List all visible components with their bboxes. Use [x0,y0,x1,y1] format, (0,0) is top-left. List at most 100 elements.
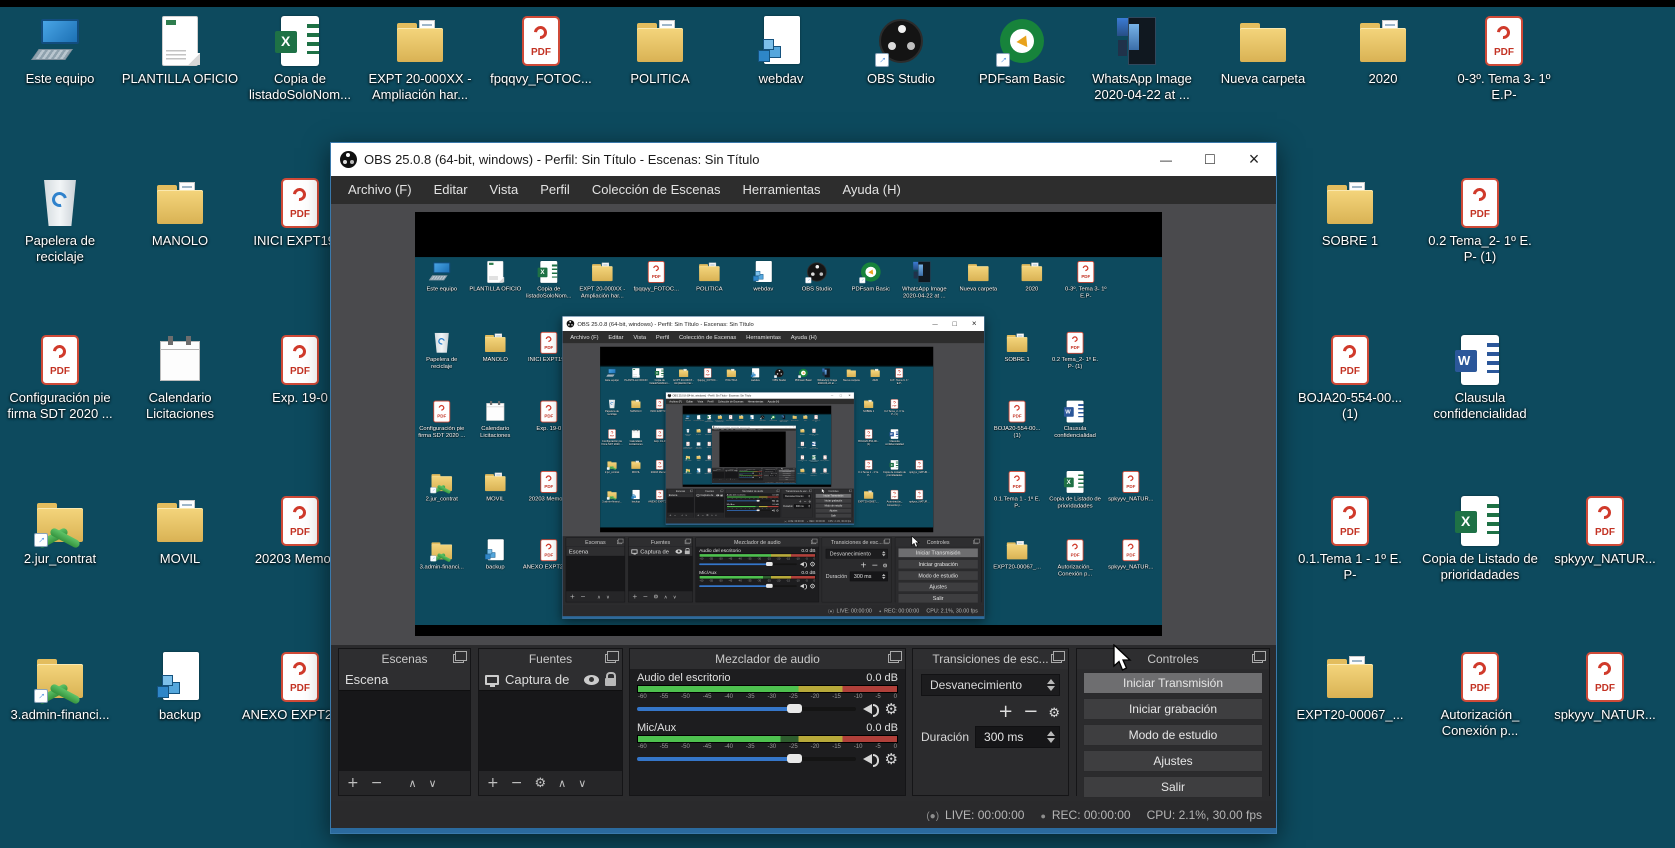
desktop-icon[interactable]: spkyyv_NATUR... [1105,538,1158,570]
menu-item[interactable]: Ayuda (H) [786,331,822,343]
control-button[interactable]: Iniciar Transmisión [816,494,852,498]
desktop-icon[interactable]: 2020 [1324,14,1442,87]
preview-canvas[interactable]: Este equipoPLANTILLA OFICIOCopia de list… [600,347,933,533]
scene-up-icon[interactable] [408,775,416,791]
desktop-icon[interactable]: Copia de Listado de prioridadades [883,460,906,477]
dock-float-icon[interactable] [720,490,722,492]
desktop-icon[interactable]: 0.1.Tema 1 - 1º E. P- [857,460,880,477]
desktop-icon[interactable]: 2.jur_contrat [1,494,119,567]
desktop-icon[interactable]: EXPT 20-000XX - Ampliación har... [715,415,725,422]
volume-slider[interactable] [637,707,856,711]
control-button[interactable]: Ajustes [898,582,978,592]
menu-item[interactable]: Editar [423,176,479,204]
desktop-icon[interactable]: 0.1.Tema 1 - 1º E. P- [1291,494,1409,583]
menu-item[interactable]: Perfil [651,331,674,343]
desktop-icon[interactable]: BOJA20-554-00... (1) [1291,333,1409,422]
speaker-icon[interactable] [800,583,807,588]
scenes-header[interactable]: Escenas [566,538,624,547]
desktop-icon[interactable]: fpqqvy_FOTOC... [630,260,683,292]
duration-spinner-icon[interactable] [1047,731,1055,743]
source-list-item[interactable]: Captura de [695,493,723,497]
desktop-icon[interactable]: POLITICA [601,14,719,87]
desktop-icon[interactable]: Copia de Listado de prioridadades [809,455,819,462]
control-button[interactable]: Iniciar grabación [898,559,978,569]
source-up-icon[interactable] [711,513,713,516]
sources-header[interactable]: Fuentes [629,538,693,547]
add-transition-icon[interactable] [998,701,1013,722]
dock-float-icon[interactable] [811,540,816,544]
lock-icon[interactable] [685,550,690,554]
desktop-icon[interactable]: webdav [737,260,790,292]
desktop-icon[interactable]: EXPT20-00067_... [1291,650,1409,723]
desktop-icon[interactable]: Autorización_ Conexión p... [883,490,906,507]
desktop-icon[interactable]: MOVIL [121,494,239,567]
desktop-icon[interactable]: BOJA20-554-00... (1) [991,400,1044,439]
scene-down-icon[interactable] [606,593,610,600]
desktop-icon[interactable]: WhatsApp Image 2020-04-22 at ... [816,368,839,385]
duration-spinner-icon[interactable] [882,574,886,579]
desktop-icon[interactable]: 3.admin-financi... [600,490,623,504]
sources-header[interactable]: Fuentes [695,489,723,493]
desktop-icon[interactable]: PDFsam Basic [963,14,1081,87]
desktop-icon[interactable]: 2020 [800,415,810,421]
source-down-icon[interactable] [578,775,586,791]
transition-properties-icon[interactable] [883,560,888,569]
dock-float-icon[interactable] [690,490,692,492]
desktop-icon[interactable]: POLITICA [720,368,743,382]
scenes-header[interactable]: Escenas [713,468,725,470]
dock-float-icon[interactable] [794,469,795,470]
add-source-icon[interactable] [726,479,727,480]
remove-source-icon[interactable] [511,775,523,791]
mixer-gear-icon[interactable] [885,750,898,768]
mixer-header[interactable]: Mezclador de audio [725,489,780,493]
dock-float-icon[interactable] [605,654,616,663]
desktop-icon[interactable]: fpqqvy_FOTOC... [696,368,719,382]
scene-down-icon[interactable] [721,479,722,480]
control-button[interactable]: Modo de estudio [1083,724,1263,746]
desktop-icon[interactable]: 0.2 Tema_2- 1º E. P- (1) [809,428,819,435]
desktop-icon[interactable]: EXPT20-00067_... [797,468,807,474]
transitions-header[interactable]: Transiciones de esc... [764,468,778,470]
desktop-icon[interactable]: 2.jur_contrat [600,460,623,474]
obs-titlebar[interactable]: OBS 25.0.8 (64-bit, windows) - Perfil: S… [331,143,1276,176]
remove-scene-icon[interactable] [716,479,717,480]
speaker-icon[interactable] [863,703,878,715]
remove-source-icon[interactable] [728,479,729,480]
desktop-icon[interactable]: spkyyv_NATUR... [1546,650,1664,723]
add-source-icon[interactable] [697,513,699,516]
remove-transition-icon[interactable] [871,560,878,569]
controls-header[interactable]: Controles [1077,649,1269,669]
menu-item[interactable]: Archivo (F) [337,176,423,204]
dock-float-icon[interactable] [884,540,889,544]
desktop-icon[interactable]: Configuración pie firma SDT 2020 ... [1,333,119,422]
desktop-icon[interactable]: Copia de Listado de prioridadades [1049,470,1102,509]
desktop-icon[interactable]: Calendario Licitaciones [121,333,239,422]
desktop-icon[interactable]: 3.admin-financi... [683,468,693,474]
desktop-icon[interactable]: Calendario Licitaciones [469,400,522,439]
desktop-icon[interactable]: 0-3º. Tema 3- 1º E.P- [888,368,911,385]
volume-slider[interactable] [699,585,796,587]
source-down-icon[interactable] [715,513,717,516]
desktop-icon[interactable]: webdav [722,14,840,87]
lock-icon[interactable] [736,470,737,471]
scene-list-item[interactable]: Escena [668,493,694,497]
mixer-header[interactable]: Mezclador de audio [696,538,819,547]
add-scene-icon[interactable] [713,479,714,480]
desktop-icon[interactable]: spkyyv_NATUR... [1105,470,1158,502]
control-button[interactable]: Ajustes [816,509,852,513]
desktop-icon[interactable]: MOVIL [469,470,522,502]
desktop-icon[interactable]: Clausula confidencialidad [809,442,819,449]
menu-item[interactable]: Vista [628,331,651,343]
desktop-icon[interactable]: Copia de listadoSoloNom... [241,14,359,103]
desktop-icon[interactable]: Nueva carpeta [789,415,799,421]
desktop-icon[interactable]: Clausula confidencialidad [1049,400,1102,439]
desktop-icon[interactable]: PDFsam Basic [768,415,778,421]
desktop-icon[interactable]: webdav [747,415,757,421]
transition-select[interactable]: Desvanecimiento [783,494,811,498]
source-properties-icon[interactable] [534,775,546,791]
control-button[interactable]: Modo de estudio [898,571,978,581]
control-button[interactable]: Iniciar Transmisión [898,548,978,558]
source-properties-icon[interactable] [653,593,658,600]
desktop-icon[interactable]: EXPT 20-000XX - Ampliación har... [361,14,479,103]
transitions-header[interactable]: Transiciones de esc... [782,489,813,493]
